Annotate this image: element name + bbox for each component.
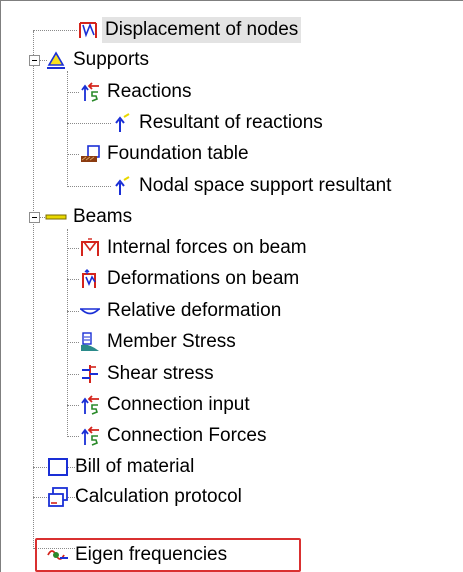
tree-item-calculation-protocol[interactable]: Calculation protocol: [47, 482, 245, 512]
node-displacement-icon: [77, 19, 99, 41]
tree-connector: [33, 31, 34, 549]
result-tree: Displacement of nodes Supports Reactions: [0, 0, 463, 572]
tree-item-connection-input[interactable]: Connection input: [79, 390, 253, 420]
tree-item-foundation-table[interactable]: Foundation table: [79, 139, 252, 169]
tree-item-label: Connection Forces: [107, 425, 267, 446]
tree-item-supports[interactable]: Supports: [45, 45, 152, 75]
internal-forces-icon: [79, 237, 101, 259]
tree-item-shear-stress[interactable]: Shear stress: [79, 359, 217, 389]
calculation-protocol-icon: [47, 486, 69, 508]
tree-item-label: Member Stress: [107, 331, 236, 352]
tree-connector: [67, 342, 79, 343]
tree-item-member-stress[interactable]: Member Stress: [79, 327, 239, 357]
tree-item-label: Bill of material: [75, 456, 195, 477]
tree-item-deformations-on-beam[interactable]: Deformations on beam: [79, 264, 302, 294]
reactions-icon: [79, 81, 101, 103]
tree-item-label: Shear stress: [107, 363, 214, 384]
tree-connector: [67, 311, 79, 312]
beam-icon: [45, 206, 67, 228]
tree-item-label: Displacement of nodes: [102, 17, 302, 43]
tree-item-displacement-of-nodes[interactable]: Displacement of nodes: [77, 15, 302, 45]
tree-item-label: Reactions: [107, 81, 192, 102]
connection-icon: [79, 394, 101, 416]
bill-of-material-icon: [47, 456, 69, 478]
tree-connector: [67, 186, 111, 187]
tree-item-label: Nodal space support resultant: [139, 175, 392, 196]
shear-stress-icon: [79, 363, 101, 385]
resultant-arrow-icon: [111, 175, 133, 197]
tree-item-label: Calculation protocol: [75, 486, 242, 507]
tree-item-nodal-space-support-resultant[interactable]: Nodal space support resultant: [111, 171, 394, 201]
member-stress-icon: [79, 331, 101, 353]
tree-item-connection-forces[interactable]: Connection Forces: [79, 421, 269, 451]
tree-item-label: Deformations on beam: [107, 268, 300, 289]
foundation-table-icon: [79, 143, 101, 165]
tree-item-reactions[interactable]: Reactions: [79, 77, 195, 107]
tree-item-beams[interactable]: Beams: [45, 202, 135, 232]
tree-item-label: Connection input: [107, 394, 250, 415]
tree-connector: [67, 123, 111, 124]
tree-connector: [33, 30, 77, 31]
relative-deformation-icon: [79, 300, 101, 322]
tree-connector: [67, 154, 79, 155]
highlight-box: [35, 538, 301, 572]
tree-item-label: Internal forces on beam: [107, 237, 307, 258]
tree-item-bill-of-material[interactable]: Bill of material: [47, 452, 197, 482]
tree-item-label: Supports: [73, 49, 150, 70]
tree-item-internal-forces-on-beam[interactable]: Internal forces on beam: [79, 233, 310, 263]
beam-deformation-icon: [79, 268, 101, 290]
collapse-supports-toggle[interactable]: [29, 55, 40, 66]
connection-icon: [79, 425, 101, 447]
tree-connector: [67, 248, 79, 249]
tree-connector: [67, 279, 79, 280]
tree-connector: [67, 405, 79, 406]
tree-connector: [67, 374, 79, 375]
tree-item-label: Relative deformation: [107, 300, 282, 321]
collapse-beams-toggle[interactable]: [29, 212, 40, 223]
tree-item-label: Resultant of reactions: [139, 112, 323, 133]
resultant-arrow-icon: [111, 112, 133, 134]
tree-connector: [67, 436, 79, 437]
support-icon: [45, 49, 67, 71]
tree-item-label: Foundation table: [107, 143, 249, 164]
tree-connector: [67, 92, 79, 93]
tree-item-label: Beams: [73, 206, 133, 227]
tree-item-relative-deformation[interactable]: Relative deformation: [79, 296, 284, 326]
tree-connector: [67, 71, 68, 187]
tree-item-resultant-of-reactions[interactable]: Resultant of reactions: [111, 108, 326, 138]
